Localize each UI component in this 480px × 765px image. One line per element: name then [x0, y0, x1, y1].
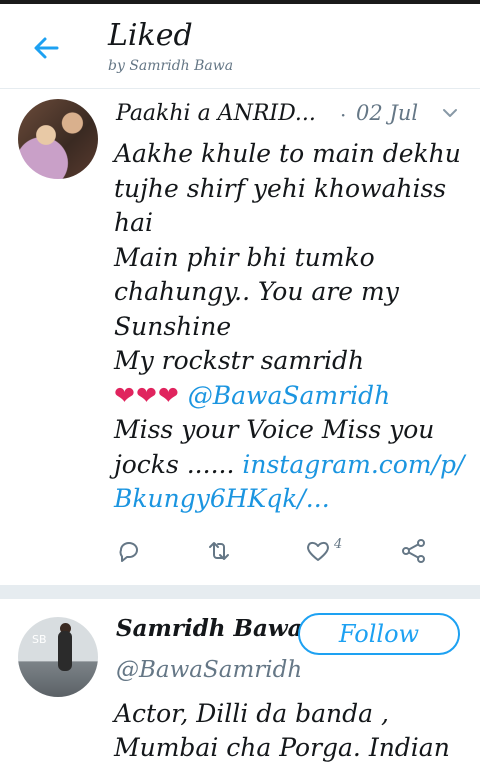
tweet-text-fragment: jocks ......: [114, 449, 235, 479]
tweet-line: ❤❤❤ @BawaSamridh: [114, 379, 464, 414]
tweet-line: Bkungy6HKqk/...: [114, 482, 464, 517]
user-name[interactable]: Samridh Bawa: [116, 615, 303, 642]
page-title: Liked: [108, 18, 193, 53]
chevron-down-icon[interactable]: [440, 103, 460, 123]
avatar-figure: [58, 631, 72, 671]
tweet-card[interactable]: Paakhi a ANRID... · 02 Jul Aakhe khule t…: [0, 89, 480, 585]
tweet-date: 02 Jul: [356, 101, 419, 125]
retweet-icon[interactable]: [205, 537, 233, 565]
avatar[interactable]: SB: [18, 617, 98, 697]
tweet-line: chahungy.. You are my: [114, 277, 399, 306]
instagram-link-continued[interactable]: Bkungy6HKqk/...: [114, 484, 330, 513]
page-subtitle: by Samridh Bawa: [108, 58, 234, 74]
tweet-line: Aakhe khule to main dekhu: [114, 139, 461, 168]
follow-button[interactable]: Follow: [298, 613, 460, 655]
avatar[interactable]: [18, 99, 98, 179]
tweet-line: Main phir bhi tumko: [114, 242, 375, 272]
arrow-left-icon[interactable]: [30, 32, 62, 64]
tweet-line: hai: [114, 208, 154, 237]
app-header: Liked by Samridh Bawa: [0, 4, 480, 88]
separator-dot: ·: [340, 103, 347, 127]
section-divider: [0, 585, 480, 599]
tweet-line: tujhe shirf yehi khowahiss: [114, 173, 447, 203]
bio-line: Actor, Dilli da banda ,: [114, 699, 389, 728]
reply-icon[interactable]: [115, 537, 143, 565]
bio-line: Mumbai cha Porga. Indian: [114, 733, 450, 762]
share-icon[interactable]: [400, 537, 428, 565]
tweet-line: jocks ...... instagram.com/p/: [114, 448, 464, 483]
user-handle: @BawaSamridh: [116, 657, 303, 683]
tweet-author-name[interactable]: Paakhi a ANRID...: [116, 101, 316, 126]
tweet-line: Sunshine: [114, 311, 232, 341]
mention-link[interactable]: @BawaSamridh: [188, 381, 390, 410]
tweet-line: My rockstr samridh: [114, 346, 365, 375]
like-count: 4: [334, 537, 343, 552]
avatar-logo-text: SB: [32, 633, 47, 646]
tweet-text: Aakhe khule to main dekhu tujhe shirf ye…: [114, 137, 464, 517]
user-card[interactable]: SB Samridh Bawa @BawaSamridh Follow Acto…: [0, 599, 480, 764]
tweet-actions: [0, 537, 480, 567]
instagram-link[interactable]: instagram.com/p/: [242, 450, 464, 479]
user-bio: Actor, Dilli da banda , Mumbai cha Porga…: [114, 697, 464, 765]
tweet-line: Miss your Voice Miss you: [114, 415, 435, 444]
heart-emoji: ❤❤❤: [114, 380, 180, 410]
heart-icon[interactable]: [304, 537, 332, 565]
